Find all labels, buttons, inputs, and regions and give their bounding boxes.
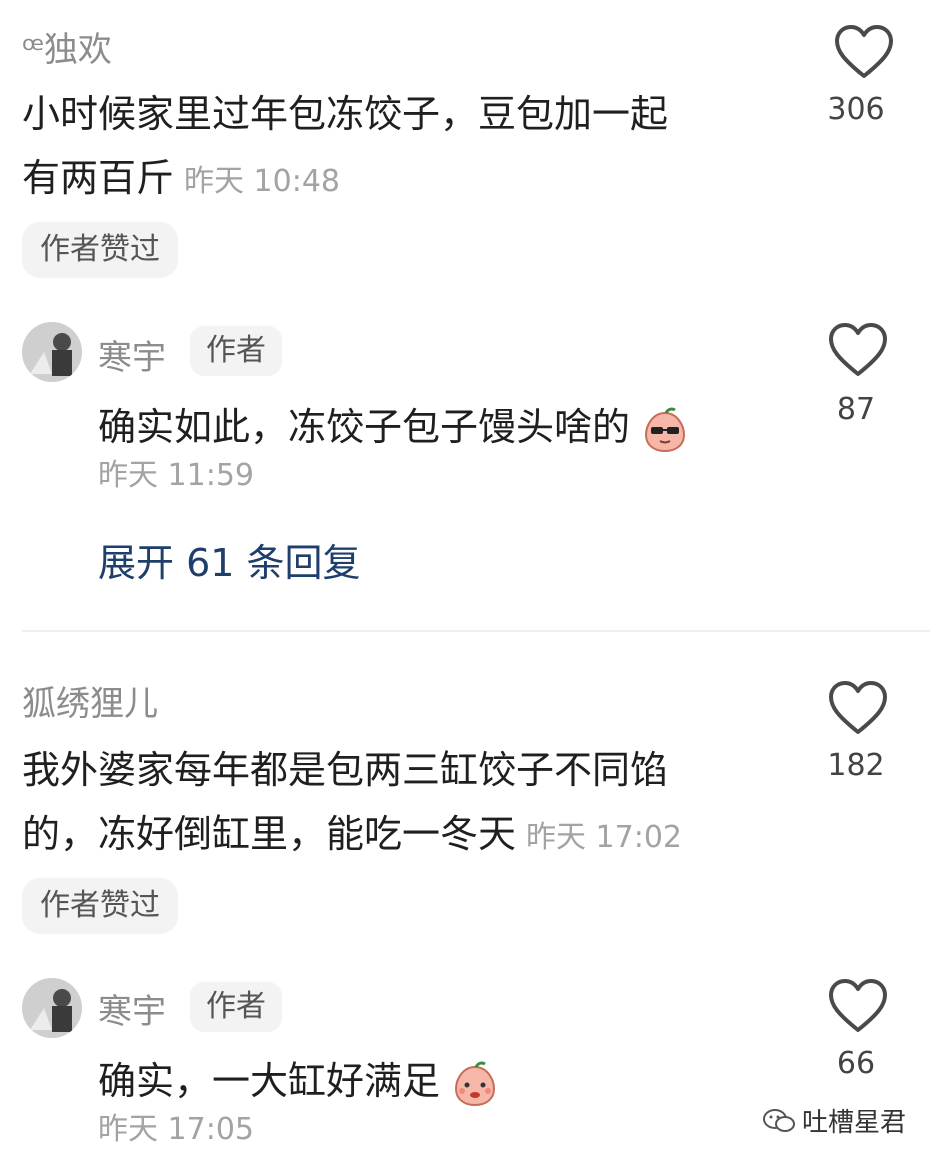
comment-username[interactable]: ꟹ独欢: [22, 22, 112, 71]
like-count: 182: [827, 748, 885, 783]
comment-text-line: 的，冻好倒缸里，能吃一冬天 昨天 17:02: [22, 802, 782, 870]
wechat-icon: [763, 1108, 795, 1132]
heart-icon: [829, 323, 887, 376]
heart-icon: [835, 25, 893, 78]
avatar[interactable]: [22, 978, 82, 1038]
comment-text: 我外婆家每年都是包两三缸饺子不同馅 的，冻好倒缸里，能吃一冬天 昨天 17:02: [22, 738, 782, 870]
reply-username[interactable]: 寒宇: [98, 984, 166, 1033]
comment-text-tail: 的，冻好倒缸里，能吃一冬天: [22, 812, 517, 856]
comment-time: 昨天 17:02: [526, 820, 683, 855]
author-tag: 作者: [190, 326, 282, 376]
reply-text: 确实如此，冻饺子包子馒头啥的: [98, 396, 688, 453]
like-button[interactable]: [828, 322, 888, 382]
comment-text: 小时候家里过年包冻饺子，豆包加一起 有两百斤 昨天 10:48: [22, 82, 782, 214]
avatar-image: [22, 978, 82, 1038]
comment-text-tail: 有两百斤: [22, 156, 175, 200]
avatar[interactable]: [22, 322, 82, 382]
reply-text: 确实，一大缸好满足: [98, 1050, 498, 1107]
expand-replies-link[interactable]: 展开 61 条回复: [98, 532, 361, 587]
watermark-text: 吐槽星君: [802, 1108, 907, 1138]
comment-text-line: 我外婆家每年都是包两三缸饺子不同馅: [22, 748, 669, 792]
reply-time: 昨天 17:05: [98, 1112, 254, 1147]
like-count: 87: [836, 392, 876, 427]
sunglasses-peach-emoji: [645, 407, 686, 452]
comment-username[interactable]: 狐绣狸儿: [22, 676, 158, 725]
shy-peach-emoji: [455, 1061, 496, 1106]
reply-time: 昨天 11:59: [98, 458, 254, 493]
reply-username[interactable]: 寒宇: [98, 330, 166, 379]
heart-icon: [829, 979, 887, 1032]
watermark: 吐槽星君: [762, 1102, 906, 1139]
like-button[interactable]: [828, 978, 888, 1038]
author-liked-badge: 作者赞过: [22, 222, 178, 278]
reply-text-content: 确实如此，冻饺子包子馒头啥的: [98, 405, 631, 449]
comment-text-line: 有两百斤 昨天 10:48: [22, 146, 782, 214]
divider: [22, 630, 930, 632]
like-count: 66: [836, 1046, 876, 1081]
like-button[interactable]: [834, 24, 894, 84]
heart-icon: [829, 681, 887, 734]
avatar-image: [22, 322, 82, 382]
reply-text-content: 确实，一大缸好满足: [98, 1059, 441, 1103]
author-liked-badge: 作者赞过: [22, 878, 178, 934]
author-tag: 作者: [190, 982, 282, 1032]
comment-text-line: 小时候家里过年包冻饺子，豆包加一起: [22, 92, 669, 136]
comment-time: 昨天 10:48: [184, 164, 341, 199]
like-button[interactable]: [828, 680, 888, 740]
like-count: 306: [827, 92, 885, 127]
